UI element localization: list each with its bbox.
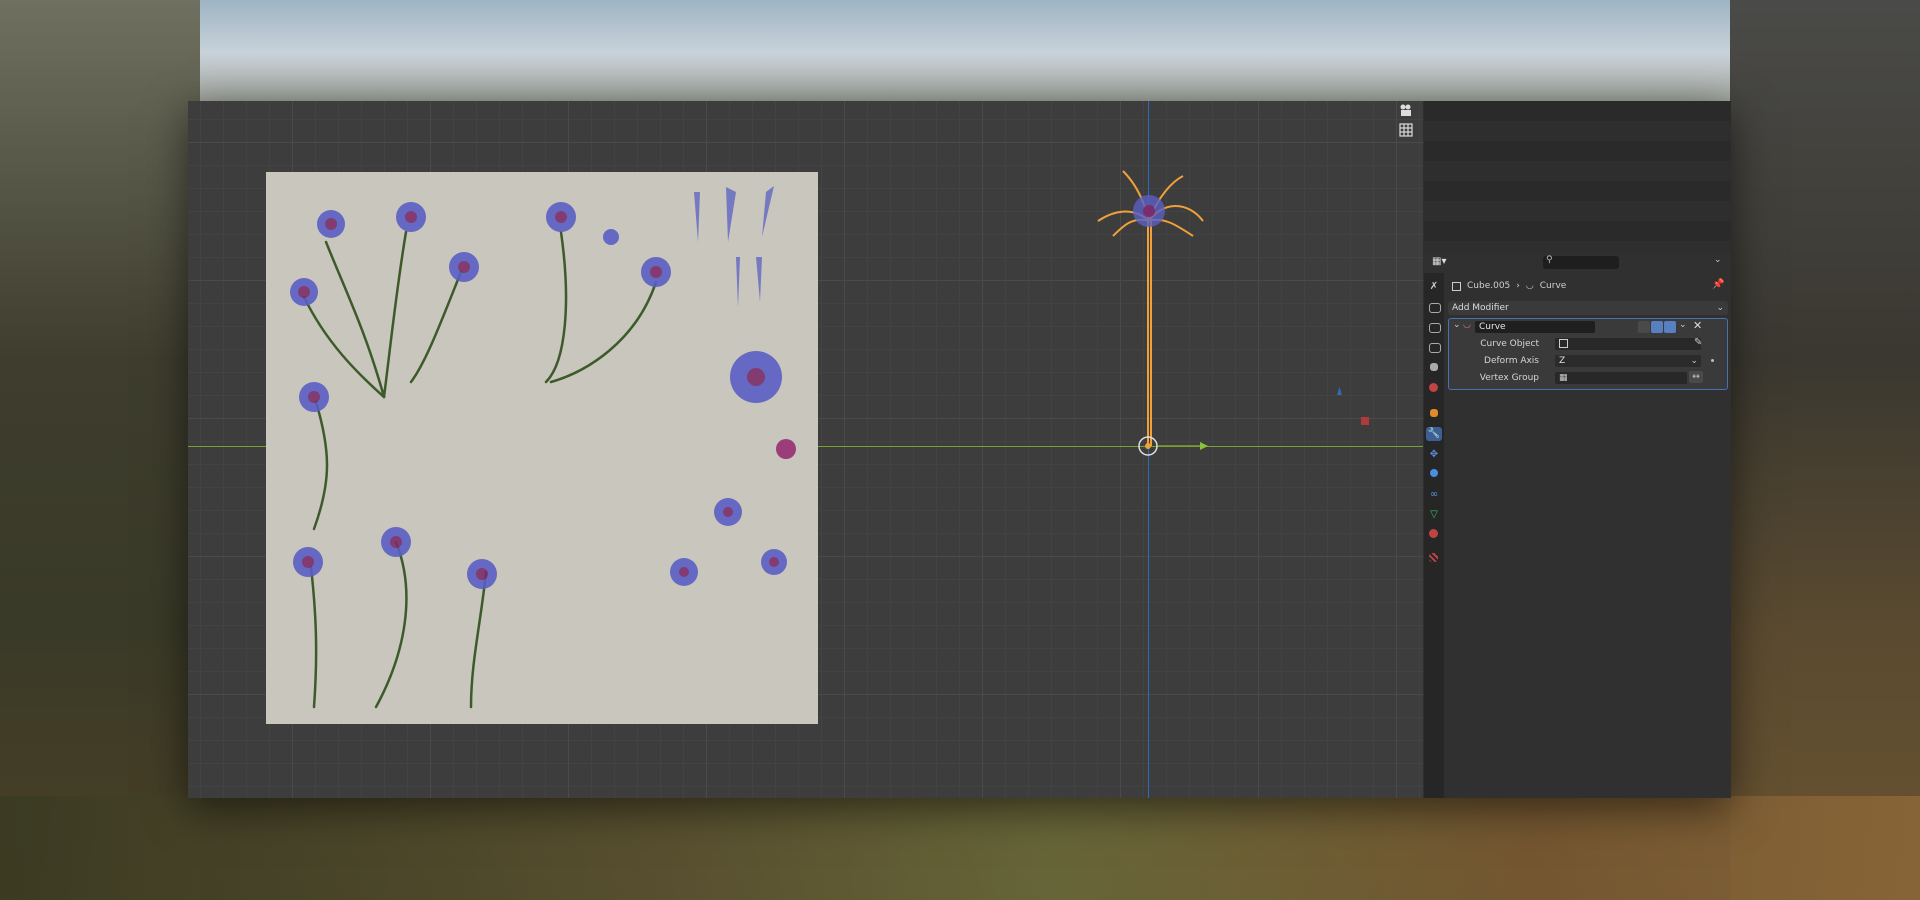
properties-editor: ▦▾ ⚲ ⌄ ✗ 🔧 ✥ ∞ ▽ Cube.005 › ◡ Curve 📌 Ad… xyxy=(1424,101,1731,798)
light-object-marker[interactable] xyxy=(1361,417,1369,425)
object-tab-icon[interactable] xyxy=(1430,409,1438,417)
curve-modifier-icon: ◡ xyxy=(1463,320,1471,330)
background-blur-right xyxy=(1730,0,1920,900)
vertex-group-icon: ▦ xyxy=(1559,373,1568,383)
properties-header: ▦▾ ⚲ ⌄ xyxy=(1424,253,1731,273)
animate-property-dot[interactable] xyxy=(1711,359,1714,362)
blender-window: ▦▾ ⚲ ⌄ ✗ 🔧 ✥ ∞ ▽ Cube.005 › ◡ Curve 📌 Ad… xyxy=(188,101,1731,798)
curve-modifier-icon: ◡ xyxy=(1525,281,1534,291)
pin-icon[interactable]: 📌 xyxy=(1712,279,1724,290)
3d-viewport[interactable] xyxy=(188,101,1423,798)
add-modifier-button[interactable]: Add Modifier ⌄ xyxy=(1448,301,1728,315)
background-blur-bottom xyxy=(0,796,1920,900)
flower-texture-image xyxy=(290,186,796,709)
camera-icon[interactable] xyxy=(1398,103,1414,119)
chevron-down-icon[interactable]: ⌄ xyxy=(1714,255,1722,265)
data-tab-icon[interactable]: ▽ xyxy=(1426,509,1442,525)
deform-axis-label: Deform Axis xyxy=(1484,356,1539,366)
close-icon[interactable]: ✕ xyxy=(1693,319,1702,332)
grid-icon[interactable] xyxy=(1398,123,1414,139)
modifier-tab-icon[interactable]: 🔧 xyxy=(1426,427,1442,441)
expand-chevron-icon[interactable]: ⌄ xyxy=(1453,320,1461,330)
breadcrumb: Cube.005 › ◡ Curve xyxy=(1452,281,1566,291)
transform-gizmo[interactable] xyxy=(1136,434,1216,460)
tool-tab-icon[interactable]: ✗ xyxy=(1426,281,1442,297)
object-icon xyxy=(1559,339,1568,348)
properties-tabs: ✗ 🔧 ✥ ∞ ▽ xyxy=(1424,273,1444,798)
curve-object-field[interactable] xyxy=(1555,338,1701,350)
texture-tab-icon[interactable] xyxy=(1429,553,1438,562)
vertex-group-field[interactable]: ▦ xyxy=(1555,372,1687,384)
curve-modifier-panel: ⌄ ◡ Curve ⌄ ✕ Curve Object ✎ Deform Axis… xyxy=(1448,318,1728,390)
material-tab-icon[interactable] xyxy=(1429,529,1438,538)
deform-axis-dropdown[interactable]: Z ⌄ xyxy=(1555,355,1701,367)
output-tab-icon[interactable] xyxy=(1429,323,1441,333)
chevron-down-icon: ⌄ xyxy=(1716,303,1724,313)
flower-texture-plane[interactable] xyxy=(266,172,818,724)
viewport-display-toggle[interactable] xyxy=(1651,321,1663,333)
chevron-right-icon: › xyxy=(1516,281,1520,291)
world-tab-icon[interactable] xyxy=(1429,383,1438,392)
curve-object-label: Curve Object xyxy=(1480,339,1539,349)
search-input[interactable]: ⚲ xyxy=(1543,255,1619,269)
physics-tab-icon[interactable] xyxy=(1430,469,1438,477)
search-icon: ⚲ xyxy=(1546,255,1553,265)
render-tab-icon[interactable] xyxy=(1429,303,1441,313)
invert-toggle-icon[interactable]: ↔ xyxy=(1689,371,1703,383)
breadcrumb-modifier: Curve xyxy=(1539,281,1567,291)
modifier-name-field[interactable]: Curve xyxy=(1475,321,1595,333)
editor-type-icon[interactable]: ▦▾ xyxy=(1432,256,1446,268)
constraints-tab-icon[interactable]: ∞ xyxy=(1426,489,1442,505)
outliner-panel[interactable] xyxy=(1424,101,1731,253)
particles-tab-icon[interactable]: ✥ xyxy=(1426,449,1442,465)
modifier-panel-header: ⌄ ◡ Curve ⌄ ✕ xyxy=(1449,319,1727,335)
selected-flower-object[interactable] xyxy=(1093,166,1213,456)
modifier-menu-chevron-icon[interactable]: ⌄ xyxy=(1679,320,1687,330)
eyedropper-icon[interactable]: ✎ xyxy=(1694,337,1702,348)
scene-tab-icon[interactable] xyxy=(1430,363,1438,371)
vertex-group-label: Vertex Group xyxy=(1479,373,1539,383)
z-axis-arrow xyxy=(1337,387,1342,395)
edit-mode-toggle[interactable] xyxy=(1638,321,1650,333)
modifier-properties: Cube.005 › ◡ Curve 📌 Add Modifier ⌄ ⌄ ◡ … xyxy=(1444,273,1731,798)
chevron-down-icon: ⌄ xyxy=(1690,356,1698,366)
object-data-icon xyxy=(1452,281,1461,291)
render-toggle[interactable] xyxy=(1664,321,1676,333)
background-blur-left xyxy=(0,0,200,900)
breadcrumb-object: Cube.005 xyxy=(1467,281,1511,291)
